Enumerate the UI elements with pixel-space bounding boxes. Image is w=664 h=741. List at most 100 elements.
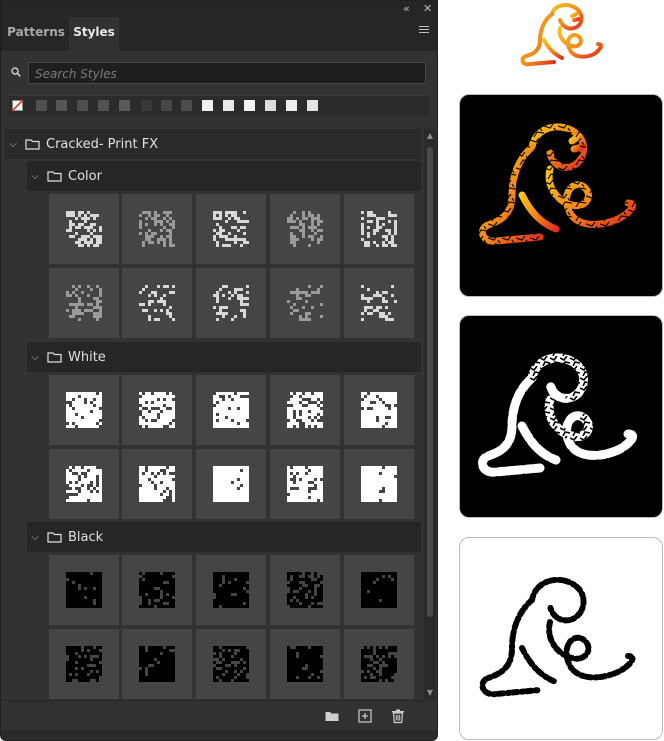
style-tile[interactable]	[196, 555, 266, 625]
group-label: Color	[68, 168, 102, 184]
scrollbar[interactable]: ▲ ▼	[424, 129, 436, 699]
scroll-thumb[interactable]	[427, 147, 433, 617]
preview-white-on-black	[459, 315, 663, 518]
tab-styles[interactable]: Styles	[69, 17, 119, 51]
search-input[interactable]	[29, 64, 425, 84]
style-tile[interactable]	[196, 629, 266, 699]
chevron-down-icon[interactable]: ⌵	[27, 171, 43, 182]
style-tile[interactable]	[344, 375, 414, 445]
recent-style-swatch[interactable]	[119, 100, 130, 111]
recent-style-swatch[interactable]	[244, 100, 255, 111]
preview-color-on-black	[459, 94, 663, 297]
style-swatch-preview	[287, 572, 323, 608]
style-swatch-preview	[213, 572, 249, 608]
style-tile[interactable]	[344, 555, 414, 625]
style-tile[interactable]	[49, 194, 119, 264]
style-swatch-preview	[66, 211, 102, 247]
group-label: White	[68, 349, 106, 365]
style-swatch-preview	[287, 211, 323, 247]
style-tile[interactable]	[344, 268, 414, 338]
panel-resize-grip[interactable]	[1, 730, 437, 740]
recent-style-swatch[interactable]	[77, 100, 88, 111]
new-style-icon[interactable]	[357, 708, 373, 724]
style-tile[interactable]	[49, 449, 119, 519]
scroll-up-icon[interactable]: ▲	[424, 131, 436, 140]
recent-style-swatch[interactable]	[36, 100, 47, 111]
style-swatch-preview	[213, 646, 249, 682]
style-tile[interactable]	[196, 268, 266, 338]
panel-footer	[1, 700, 437, 731]
style-tile[interactable]	[122, 555, 192, 625]
style-tile[interactable]	[270, 375, 340, 445]
style-tile[interactable]	[122, 194, 192, 264]
style-swatch-preview	[213, 392, 249, 428]
style-swatch-preview	[361, 211, 397, 247]
folder-icon	[47, 532, 62, 543]
style-swatch-preview	[139, 392, 175, 428]
style-tile[interactable]	[49, 555, 119, 625]
style-swatch-preview	[361, 392, 397, 428]
chevron-down-icon[interactable]: ⌵	[27, 352, 43, 363]
chevron-down-icon[interactable]: ⌵	[5, 139, 21, 150]
style-tile[interactable]	[270, 194, 340, 264]
group-label: Black	[68, 529, 104, 545]
style-swatch-preview	[361, 646, 397, 682]
style-tile[interactable]	[344, 194, 414, 264]
style-tile[interactable]	[344, 629, 414, 699]
search-field[interactable]	[28, 62, 426, 84]
tab-patterns[interactable]: Patterns	[5, 17, 67, 51]
style-tile[interactable]	[270, 449, 340, 519]
group-white[interactable]: ⌵ White	[27, 342, 421, 372]
close-icon[interactable]: ✕	[423, 2, 432, 16]
trash-icon[interactable]	[390, 708, 406, 724]
style-tile[interactable]	[49, 268, 119, 338]
style-swatch-preview	[66, 466, 102, 502]
panel-menu-icon[interactable]	[419, 26, 429, 36]
recent-style-swatch[interactable]	[56, 100, 67, 111]
style-tile[interactable]	[122, 268, 192, 338]
style-tile[interactable]	[270, 268, 340, 338]
style-swatch-preview	[213, 285, 249, 321]
panel-title-bar: « ✕	[1, 1, 437, 17]
style-tile[interactable]	[270, 629, 340, 699]
tab-bar: Patterns Styles	[1, 17, 437, 51]
recent-style-swatch[interactable]	[265, 100, 276, 111]
folder-icon	[47, 171, 62, 182]
style-swatch-preview	[66, 646, 102, 682]
recent-style-swatch[interactable]	[223, 100, 234, 111]
recent-style-swatch[interactable]	[98, 100, 109, 111]
recent-style-swatch[interactable]	[202, 100, 213, 111]
style-tile[interactable]	[122, 629, 192, 699]
style-tile[interactable]	[122, 375, 192, 445]
recent-style-swatch[interactable]	[161, 100, 172, 111]
styles-list: ⌵ Cracked- Print FX ⌵ Color ⌵ White ⌵ Bl…	[5, 129, 421, 699]
style-tile[interactable]	[196, 375, 266, 445]
chevron-down-icon[interactable]: ⌵	[27, 532, 43, 543]
recent-style-swatch[interactable]	[181, 100, 192, 111]
style-swatch-preview	[213, 466, 249, 502]
group-color[interactable]: ⌵ Color	[27, 161, 421, 191]
folder-icon[interactable]	[324, 708, 340, 724]
style-tile[interactable]	[49, 629, 119, 699]
style-swatch-preview	[361, 285, 397, 321]
style-swatch-preview	[66, 392, 102, 428]
style-tile[interactable]	[196, 449, 266, 519]
no-style-swatch[interactable]	[12, 100, 23, 111]
scroll-down-icon[interactable]: ▼	[424, 688, 436, 697]
style-tile[interactable]	[344, 449, 414, 519]
folder-icon	[47, 352, 62, 363]
group-black[interactable]: ⌵ Black	[27, 522, 421, 552]
recent-style-swatch[interactable]	[286, 100, 297, 111]
styles-panel: « ✕ Patterns Styles ⌵	[0, 0, 438, 741]
preview-black-on-white	[459, 537, 663, 740]
style-tile[interactable]	[122, 449, 192, 519]
style-tile[interactable]	[270, 555, 340, 625]
recent-style-swatch[interactable]	[307, 100, 318, 111]
folder-icon	[25, 139, 40, 150]
recent-style-swatch[interactable]	[141, 100, 152, 111]
style-tile[interactable]	[49, 375, 119, 445]
group-cracked-print-fx[interactable]: ⌵ Cracked- Print FX	[5, 129, 421, 159]
collapse-panel-icon[interactable]: «	[403, 2, 410, 16]
style-swatch-preview	[213, 211, 249, 247]
style-tile[interactable]	[196, 194, 266, 264]
